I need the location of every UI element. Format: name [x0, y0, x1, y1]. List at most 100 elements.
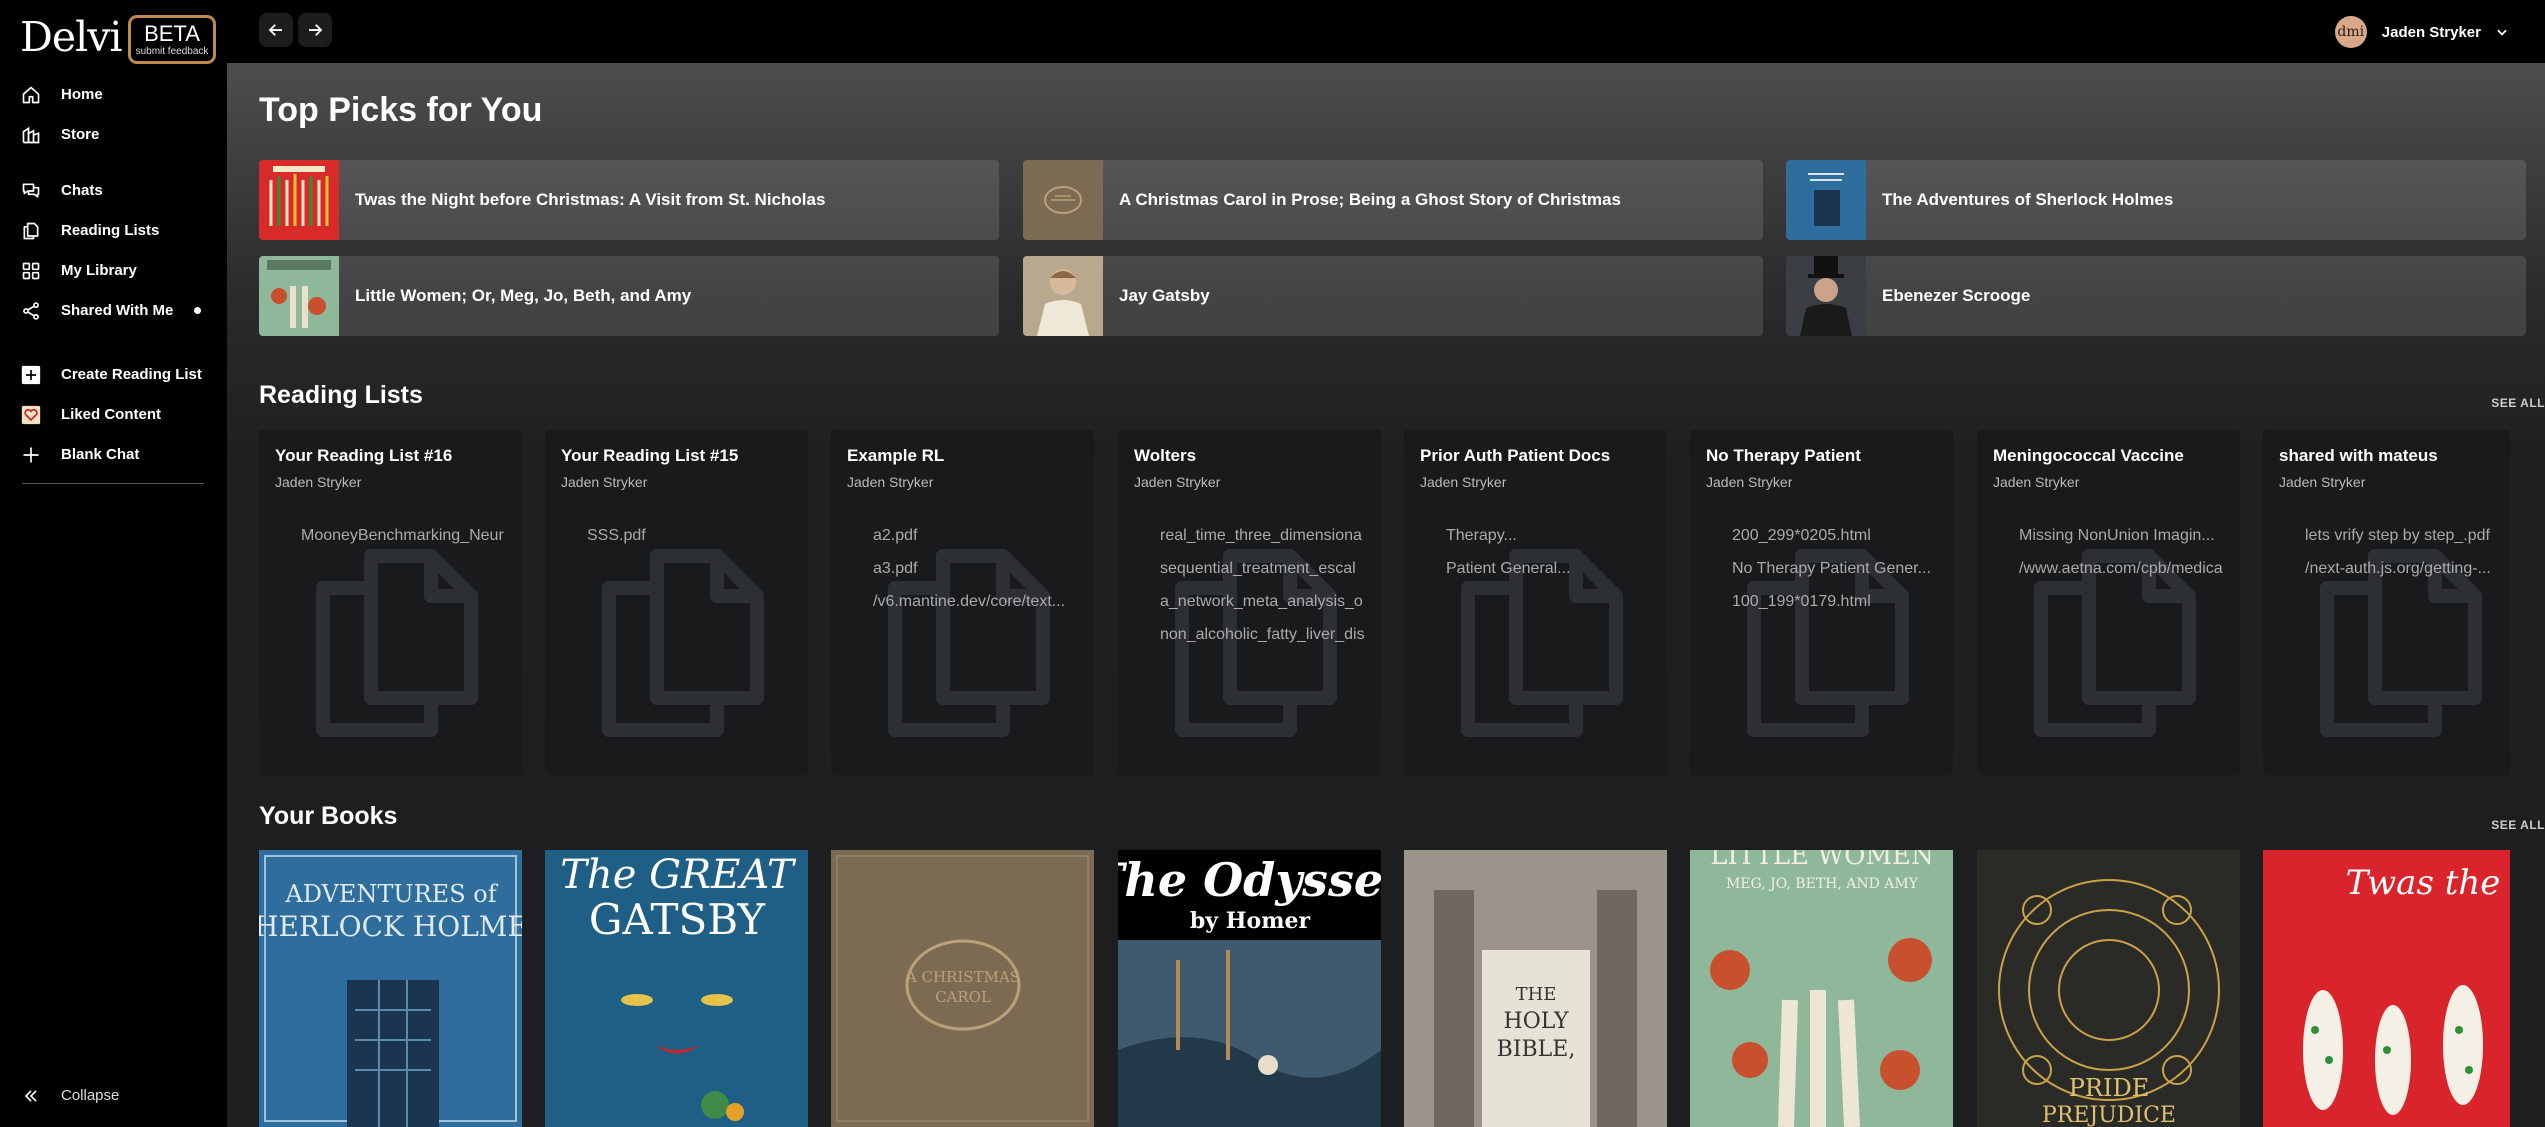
- book-cover[interactable]: ADVENTURES of SHERLOCK HOLMES: [259, 850, 522, 1127]
- cover-title-text: Twas the: [2346, 863, 2501, 903]
- avatar: dmi: [2334, 16, 2367, 48]
- cover-title-text: PREJUDICE: [2042, 1103, 2176, 1127]
- reading-list-item[interactable]: real_time_three_dimensiona: [1160, 526, 1370, 559]
- top-pick-card[interactable]: Little Women; Or, Meg, Jo, Beth, and Amy: [259, 256, 999, 336]
- book-cover[interactable]: Twas the: [2263, 850, 2510, 1127]
- collapse-label: Collapse: [61, 1086, 120, 1104]
- reading-list-author: Jaden Stryker: [1420, 474, 1507, 490]
- book-cover[interactable]: The Odyssey by Homer: [1118, 850, 1381, 1127]
- library-grid-icon: [22, 262, 40, 280]
- reading-list-title: Your Reading List #15: [561, 446, 739, 465]
- sidebar-item-label: Liked Content: [61, 405, 161, 423]
- book-cover[interactable]: The GREAT GATSBY: [545, 850, 808, 1127]
- reading-list-item[interactable]: sequential_treatment_escal: [1160, 559, 1370, 592]
- reading-list-item[interactable]: a2.pdf: [873, 526, 1083, 559]
- reading-list-item[interactable]: 100_199*0179.html: [1732, 592, 1942, 625]
- reading-list-title: shared with mateus: [2279, 446, 2438, 465]
- sidebar-item-home[interactable]: Home: [0, 76, 227, 112]
- book-cover[interactable]: PRIDE PREJUDICE: [1977, 850, 2240, 1127]
- sidebar-item-chats[interactable]: Chats: [0, 172, 227, 208]
- forward-button[interactable]: [298, 13, 332, 47]
- top-pick-card[interactable]: Twas the Night before Christmas: A Visit…: [259, 160, 999, 240]
- reading-list-card[interactable]: Prior Auth Patient Docs Jaden Stryker Ther…: [1404, 430, 1667, 775]
- book-cover[interactable]: THE HOLY BIBLE,: [1404, 850, 1667, 1127]
- reading-list-item[interactable]: lets vrify step by step_.pdf: [2305, 526, 2510, 559]
- sidebar-item-my-library[interactable]: My Library: [0, 252, 227, 288]
- double-chevron-left-icon: [24, 1090, 37, 1102]
- reading-list-title: Example RL: [847, 446, 945, 465]
- plus-square-icon: [21, 365, 41, 385]
- top-pick-card[interactable]: The Adventures of Sherlock Holmes: [1786, 160, 2526, 240]
- sidebar-item-shared-with-me[interactable]: Shared With Me: [0, 292, 227, 328]
- reading-lists-title: Reading Lists: [259, 381, 423, 409]
- user-menu[interactable]: dmi Jaden Stryker: [2334, 16, 2509, 48]
- book-cover[interactable]: A CHRISTMAS CAROL: [831, 850, 1094, 1127]
- reading-list-card[interactable]: Example RL Jaden Stryker a2.pdfa3.pdf/v6.m…: [831, 430, 1094, 775]
- character-thumbnail: [1023, 256, 1103, 336]
- book-thumbnail: [259, 160, 339, 240]
- book-cover[interactable]: LITTLE WOMEN MEG, JO, BETH, AND AMY: [1690, 850, 1953, 1127]
- top-picks-title: Top Picks for You: [259, 91, 543, 129]
- sidebar: Delvi BETA submit feedback Home Store Ch…: [0, 0, 227, 1127]
- reading-list-item[interactable]: No Therapy Patient Gener...: [1732, 559, 1942, 592]
- reading-list-item[interactable]: Missing NonUnion Imagin...: [2019, 526, 2229, 559]
- cover-title-text: GATSBY: [589, 895, 766, 944]
- reading-list-card[interactable]: shared with mateus Jaden Stryker lets vrif…: [2263, 430, 2510, 775]
- back-button[interactable]: [259, 13, 293, 47]
- submit-feedback-label: submit feedback: [135, 45, 209, 57]
- reading-list-item[interactable]: a_network_meta_analysis_o: [1160, 592, 1370, 625]
- odyssey-cover: The Odyssey by Homer: [1118, 850, 1381, 1127]
- arrow-right-icon: [309, 24, 323, 36]
- sidebar-item-create-reading-list[interactable]: Create Reading List: [0, 356, 227, 392]
- cover-subtitle-text: MEG, JO, BETH, AND AMY: [1726, 876, 1919, 892]
- app-logo[interactable]: Delvi: [20, 12, 123, 62]
- reading-list-author: Jaden Stryker: [1993, 474, 2080, 490]
- reading-list-item[interactable]: Patient General...: [1446, 559, 1656, 592]
- sidebar-item-label: Home: [61, 85, 103, 103]
- reading-list-item[interactable]: 200_299*0205.html: [1732, 526, 1942, 559]
- cover-title-text: CAROL: [935, 988, 991, 1006]
- character-thumbnail: [1786, 256, 1866, 336]
- reading-list-item[interactable]: SSS.pdf: [587, 526, 797, 559]
- sidebar-item-store[interactable]: Store: [0, 116, 227, 152]
- top-pick-title: Jay Gatsby: [1119, 286, 1210, 305]
- sidebar-item-label: My Library: [61, 261, 137, 279]
- sidebar-item-reading-lists[interactable]: Reading Lists: [0, 212, 227, 248]
- reading-list-card[interactable]: Your Reading List #16 Jaden Stryker Mooney…: [259, 430, 522, 775]
- top-pick-card[interactable]: Jay Gatsby: [1023, 256, 1763, 336]
- reading-lists-see-all[interactable]: SEE ALL: [2425, 396, 2545, 410]
- sidebar-item-liked-content[interactable]: Liked Content: [0, 396, 227, 432]
- sidebar-item-label: Create Reading List: [61, 365, 202, 383]
- reading-list-card[interactable]: No Therapy Patient Jaden Stryker 200_299*0…: [1690, 430, 1953, 775]
- beta-label: BETA: [144, 20, 200, 46]
- cover-title-text: THE: [1516, 984, 1557, 1005]
- reading-list-title: Meningococcal Vaccine: [1993, 446, 2184, 465]
- sidebar-item-blank-chat[interactable]: Blank Chat: [0, 436, 227, 472]
- chat-icon: [22, 183, 40, 198]
- collapse-sidebar-button[interactable]: Collapse: [0, 1077, 227, 1113]
- document-copy-icon: [316, 549, 478, 737]
- reading-list-item[interactable]: /www.aetna.com/cpb/medica: [2019, 559, 2229, 592]
- top-pick-card[interactable]: Ebenezer Scrooge: [1786, 256, 2526, 336]
- reading-list-item[interactable]: MooneyBenchmarking_Neur: [301, 526, 511, 559]
- your-books-see-all[interactable]: SEE ALL: [2425, 818, 2545, 832]
- cover-title-text: The Odyssey: [1118, 853, 1381, 907]
- reading-list-item[interactable]: /v6.mantine.dev/core/text...: [873, 592, 1083, 625]
- sidebar-divider: [22, 483, 204, 484]
- reading-list-card[interactable]: Meningococcal Vaccine Jaden Stryker Missin…: [1977, 430, 2240, 775]
- reading-list-item[interactable]: /next-auth.js.org/getting-...: [2305, 559, 2510, 592]
- reading-list-author: Jaden Stryker: [561, 474, 648, 490]
- reading-list-title: No Therapy Patient: [1706, 446, 1861, 465]
- reading-list-card[interactable]: Wolters Jaden Stryker real_time_three_dime…: [1118, 430, 1381, 775]
- reading-list-item[interactable]: Therapy...: [1446, 526, 1656, 559]
- top-pick-title: Little Women; Or, Meg, Jo, Beth, and Amy: [355, 286, 692, 305]
- beta-feedback-button[interactable]: BETA submit feedback: [128, 15, 216, 64]
- top-pick-card[interactable]: A Christmas Carol in Prose; Being a Ghos…: [1023, 160, 1763, 240]
- book-thumbnail: [259, 256, 339, 336]
- reading-list-items: SSS.pdf: [587, 526, 797, 559]
- reading-list-item[interactable]: a3.pdf: [873, 559, 1083, 592]
- reading-list-item[interactable]: non_alcoholic_fatty_liver_dis: [1160, 625, 1370, 658]
- little-women-cover: LITTLE WOMEN MEG, JO, BETH, AND AMY: [1690, 850, 1953, 1127]
- reading-list-card[interactable]: Your Reading List #15 Jaden Stryker SSS.pd…: [545, 430, 808, 775]
- reading-lists-icon: [23, 222, 39, 240]
